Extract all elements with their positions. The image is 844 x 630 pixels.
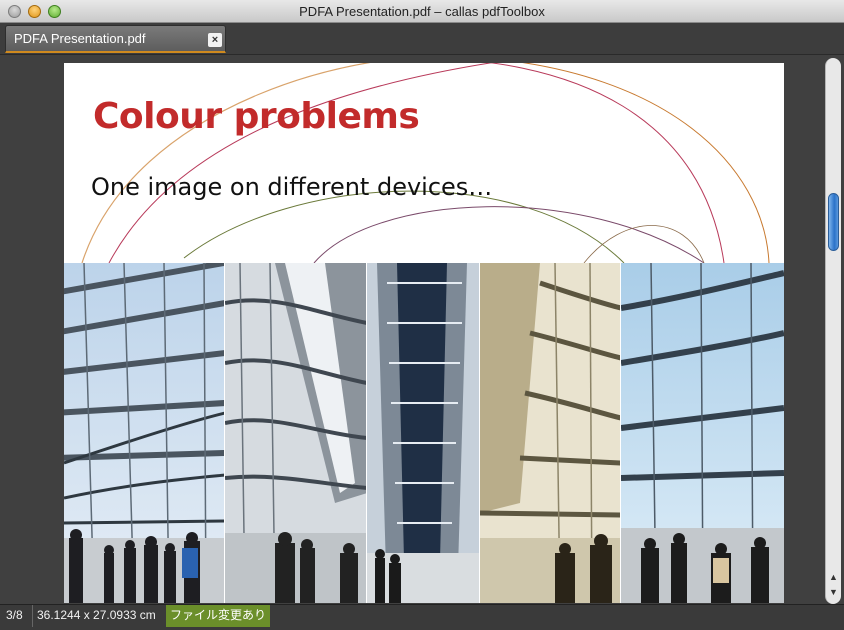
title-bar: PDFA Presentation.pdf – callas pdfToolbo… (0, 0, 844, 23)
scroll-up-icon[interactable]: ▲ (828, 571, 839, 583)
document-tab[interactable]: PDFA Presentation.pdf × (5, 25, 226, 53)
photo-5-image (621, 263, 784, 603)
scroll-down-icon[interactable]: ▼ (828, 586, 839, 598)
page-indicator: 3/8 (6, 608, 23, 622)
pdf-page: Colour problems One image on different d… (64, 63, 784, 603)
photo-strip (64, 263, 784, 603)
photo-panel-4 (480, 263, 621, 603)
photo-2-image (225, 263, 366, 603)
photo-panel-5 (621, 263, 784, 603)
status-bar: 3/8 36.1244 x 27.0933 cm ファイル変更あり (0, 604, 844, 630)
scroll-thumb[interactable] (828, 193, 839, 251)
tab-bar: PDFA Presentation.pdf × (0, 23, 844, 55)
photo-panel-1 (64, 263, 225, 603)
modified-badge: ファイル変更あり (166, 605, 271, 627)
app-window: PDFA Presentation.pdf – callas pdfToolbo… (0, 0, 844, 630)
page-size: 36.1244 x 27.0933 cm (32, 605, 160, 627)
photo-1-image (64, 263, 224, 603)
tab-label: PDFA Presentation.pdf (14, 31, 146, 46)
window-title: PDFA Presentation.pdf – callas pdfToolbo… (299, 4, 545, 19)
photo-4-image (480, 263, 620, 603)
decorative-arcs (81, 63, 770, 263)
slide-subtitle: One image on different devices… (91, 173, 493, 201)
tab-close-icon[interactable]: × (208, 33, 222, 47)
vertical-scrollbar[interactable]: ▲ ▼ (825, 58, 841, 604)
photo-panel-2 (225, 263, 367, 603)
slide-title: Colour problems (93, 96, 420, 137)
photo-panel-3 (367, 263, 480, 603)
photo-3-image (367, 263, 479, 603)
document-viewer[interactable]: Colour problems One image on different d… (0, 56, 844, 604)
